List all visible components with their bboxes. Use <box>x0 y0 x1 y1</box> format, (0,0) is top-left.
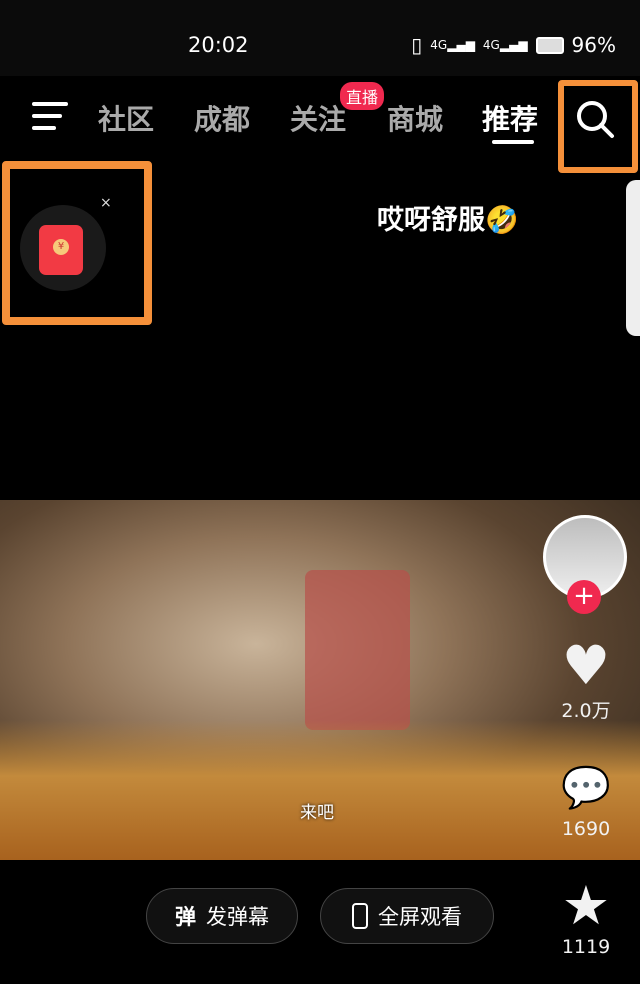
video-frame-food <box>0 720 640 860</box>
rotate-screen-icon <box>352 903 368 929</box>
live-badge[interactable]: 直播 <box>340 82 385 110</box>
side-drawer-handle[interactable] <box>626 180 640 336</box>
tab-following[interactable]: 关注 <box>290 98 346 138</box>
danmaku-icon: 弹 <box>175 905 196 929</box>
like-count: 2.0万 <box>561 700 611 722</box>
red-packet-widget[interactable]: ¥ × <box>2 161 152 325</box>
top-nav: 社区 成都 关注 商城 推荐 <box>0 76 640 160</box>
tab-mall[interactable]: 商城 <box>387 98 443 138</box>
like-button[interactable]: ♥ 2.0万 <box>548 636 624 723</box>
search-icon <box>577 101 614 138</box>
favorite-count: 1119 <box>561 936 611 958</box>
status-bar: 20:02 ▯ 4G▂▄▆ 4G▂▄▆ 96% <box>0 0 640 76</box>
search-button[interactable] <box>558 80 638 173</box>
battery-icon <box>535 36 564 54</box>
clock: 20:02 <box>188 33 249 57</box>
follow-button[interactable]: + <box>567 580 601 614</box>
video-frame-detail <box>305 570 410 730</box>
video-subtitle: 来吧 <box>300 803 334 823</box>
red-envelope-icon: ¥ <box>39 225 83 275</box>
heart-icon: ♥ <box>561 634 611 697</box>
menu-icon[interactable] <box>32 102 68 138</box>
favorite-button[interactable]: ★ 1119 <box>548 874 624 959</box>
active-tab-indicator <box>492 140 534 144</box>
danmaku-button[interactable]: 弹发弹幕 <box>146 888 298 944</box>
vibrate-icon: ▯ <box>411 33 423 57</box>
status-icons: ▯ 4G▂▄▆ 4G▂▄▆ 96% <box>411 33 616 57</box>
comment-count: 1690 <box>561 818 611 840</box>
comment-button[interactable]: 💬 1690 <box>548 758 624 840</box>
fullscreen-button[interactable]: 全屏观看 <box>320 888 494 944</box>
tab-chengdu[interactable]: 成都 <box>194 98 250 138</box>
comment-icon: 💬 <box>561 765 611 811</box>
battery-level: 96% <box>571 33 616 57</box>
signal-icon-2: 4G▂▄▆ <box>482 38 528 52</box>
star-icon: ★ <box>561 874 611 937</box>
tab-community[interactable]: 社区 <box>98 98 154 138</box>
tab-recommended[interactable]: 推荐 <box>482 98 538 138</box>
video-caption: 哎呀舒服🤣 <box>377 205 519 236</box>
signal-icon: 4G▂▄▆ <box>430 38 475 52</box>
red-packet-button[interactable]: ¥ <box>20 205 106 291</box>
close-icon[interactable]: × <box>100 195 112 211</box>
